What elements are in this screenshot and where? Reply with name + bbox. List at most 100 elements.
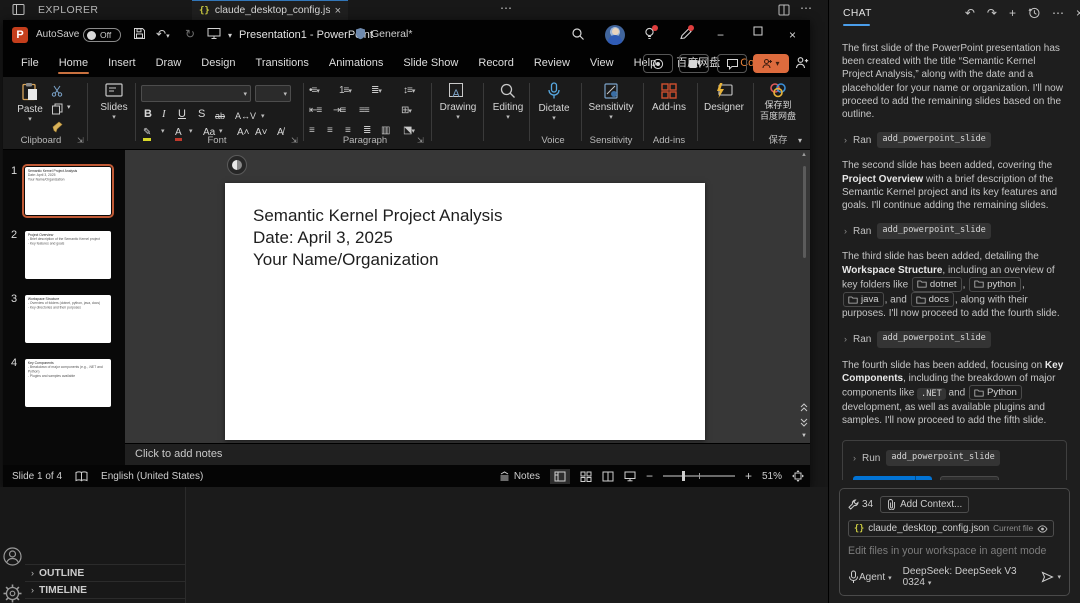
font-effects-dropdown-icon[interactable]: ▾ [261,112,265,120]
next-slide-icon[interactable] [800,418,808,427]
multilevel-list-button[interactable]: ≣▾ [371,85,382,96]
tool-run-row-1[interactable]: › Ran add_powerpoint_slide [844,132,1067,149]
sidebar-section-timeline[interactable]: › TIMELINE [25,581,185,598]
copy-dropdown-icon[interactable]: ▾ [67,103,71,111]
normal-view-button[interactable] [549,468,570,484]
ribbon-tab-record[interactable]: Record [468,50,523,77]
sidebar-layout-icon[interactable] [12,3,25,16]
numbering-button[interactable]: 1≡▾ [339,85,352,96]
zoom-out-button[interactable]: − [646,469,653,483]
chat-tab[interactable]: CHAT [843,8,872,19]
folder-chip-docs[interactable]: docs [910,292,954,308]
notes-pane[interactable]: Click to add notes [125,443,810,465]
zoom-level[interactable]: 51% [762,471,782,482]
scrollbar-thumb[interactable] [802,166,806,258]
sensitivity-general-label[interactable]: General* [371,28,412,40]
model-selector[interactable]: DeepSeek: DeepSeek V3 0324 ▾ [903,566,1031,588]
comments-button[interactable] [717,54,747,73]
bold-button[interactable]: B [144,108,152,120]
close-button[interactable]: × [789,28,796,42]
undo-icon[interactable]: ↶▾ [156,27,170,41]
format-painter-icon[interactable] [51,121,64,133]
context-file-chip[interactable]: {} claude_desktop_config.json Current fi… [848,520,1055,537]
redo-icon[interactable]: ↻ [185,27,195,41]
ribbon-tab-review[interactable]: Review [524,50,580,77]
tool-run-row-confirm[interactable]: › Run add_powerpoint_slide [853,450,1056,467]
zoom-in-button[interactable]: + [745,469,752,483]
redo-icon[interactable]: ↷ [987,6,997,20]
tools-button[interactable]: 34 [848,499,873,510]
copy-icon[interactable] [51,103,63,115]
change-case-dropdown-icon[interactable]: ▾ [219,127,223,135]
maximize-button[interactable] [753,26,763,36]
history-icon[interactable] [1028,7,1040,19]
slideshow-view-button[interactable] [624,471,636,482]
eye-icon[interactable] [1037,524,1048,533]
record-button[interactable] [643,54,673,73]
copilot-button[interactable] [227,155,247,175]
ribbon-tab-slide-show[interactable]: Slide Show [393,50,468,77]
language-status[interactable]: English (United States) [101,471,203,482]
slide-thumbnail-4[interactable]: Key Components - Breakdown of major compo… [25,359,111,407]
editor-tab-claude-desktop-config[interactable]: {} claude_desktop_config.json × [192,0,348,20]
reading-view-button[interactable] [602,471,614,482]
add-context-button[interactable]: Add Context... [880,495,970,513]
powerpoint-logo-icon[interactable]: P [12,27,28,43]
cut-icon[interactable] [51,85,63,97]
canvas-scrollbar[interactable]: ▲ ▼ [799,152,809,439]
ribbon-tab-animations[interactable]: Animations [319,50,393,77]
present-in-teams-button[interactable] [679,54,709,73]
sidebar-section-solution-explorer[interactable]: › SOLUTION EXPLORER [25,598,185,603]
send-button[interactable]: ▾ [1041,571,1061,583]
minimize-button[interactable]: − [717,28,724,42]
tool-run-row-5[interactable]: › Ran add_powerpoint_slide [844,331,1067,348]
highlight-dropdown-icon[interactable]: ▾ [161,127,165,135]
folder-chip-python[interactable]: Python [969,385,1022,401]
mode-selector[interactable]: Agent ▾ [859,572,892,583]
folder-chip-java[interactable]: java [843,292,884,308]
bullets-button[interactable]: •≡▾ [309,85,320,96]
scroll-up-icon[interactable]: ▲ [801,152,807,158]
underline-button[interactable]: U [178,108,186,120]
whats-new-lightbulb-icon[interactable] [643,25,658,46]
designer-button[interactable]: Designer [699,82,749,113]
slide-sorter-view-button[interactable] [580,471,592,482]
autosave-toggle[interactable]: Off [83,28,121,42]
scroll-down-icon[interactable]: ▼ [801,433,807,439]
save-to-baidu-button[interactable]: 保存到 百度网盘 [755,82,801,121]
search-icon[interactable] [571,27,585,41]
quick-access-dropdown-icon[interactable]: ▾ [228,31,232,40]
drawing-button[interactable]: A Drawing ▾ [435,82,481,121]
zoom-slider-thumb[interactable] [681,471,685,481]
folder-chip-dotnet[interactable]: dotnet [911,276,962,293]
sidebar-section-outline[interactable]: › OUTLINE [25,564,185,581]
microphone-icon[interactable] [848,570,859,584]
more-actions-icon[interactable]: ⋯ [1052,6,1064,20]
slide-thumbnail-2[interactable]: Project Overview - Brief description of t… [25,231,111,279]
notes-toggle-button[interactable]: Notes [499,471,540,482]
font-color-dropdown-icon[interactable]: ▾ [189,127,193,135]
character-spacing-button[interactable]: A↔V [235,111,256,121]
editor-more-actions-icon[interactable]: ⋯ [800,1,812,15]
italic-button[interactable]: I [162,108,166,120]
share-button[interactable]: ▾ [753,54,789,73]
ribbon-tab-view[interactable]: View [580,50,624,77]
sensitivity-button[interactable]: Sensitivity ▾ [583,82,639,121]
font-dialog-launcher-icon[interactable]: ⇲ [291,136,298,145]
ribbon-tab-insert[interactable]: Insert [98,50,146,77]
increase-indent-button[interactable]: ⇥≡ [333,105,346,116]
tab-close-icon[interactable]: × [335,5,341,17]
addins-button[interactable]: Add-ins [647,82,691,113]
slides-button[interactable]: Slides ▾ [91,82,137,121]
clipboard-dialog-launcher-icon[interactable]: ⇲ [77,136,84,145]
ribbon-tab-draw[interactable]: Draw [146,50,192,77]
strikethrough-button[interactable]: ab [215,111,225,121]
ribbon-tab-home[interactable]: Home [49,50,98,77]
ribbon-tab-file[interactable]: File [11,50,49,77]
save-icon[interactable] [133,27,146,40]
fit-to-window-button[interactable] [792,470,804,482]
text-shadow-button[interactable]: S [198,108,205,120]
tool-run-row-3[interactable]: › Ran add_powerpoint_slide [844,223,1067,240]
previous-slide-icon[interactable] [800,403,808,412]
font-size-combobox[interactable]: ▾ [255,85,291,102]
